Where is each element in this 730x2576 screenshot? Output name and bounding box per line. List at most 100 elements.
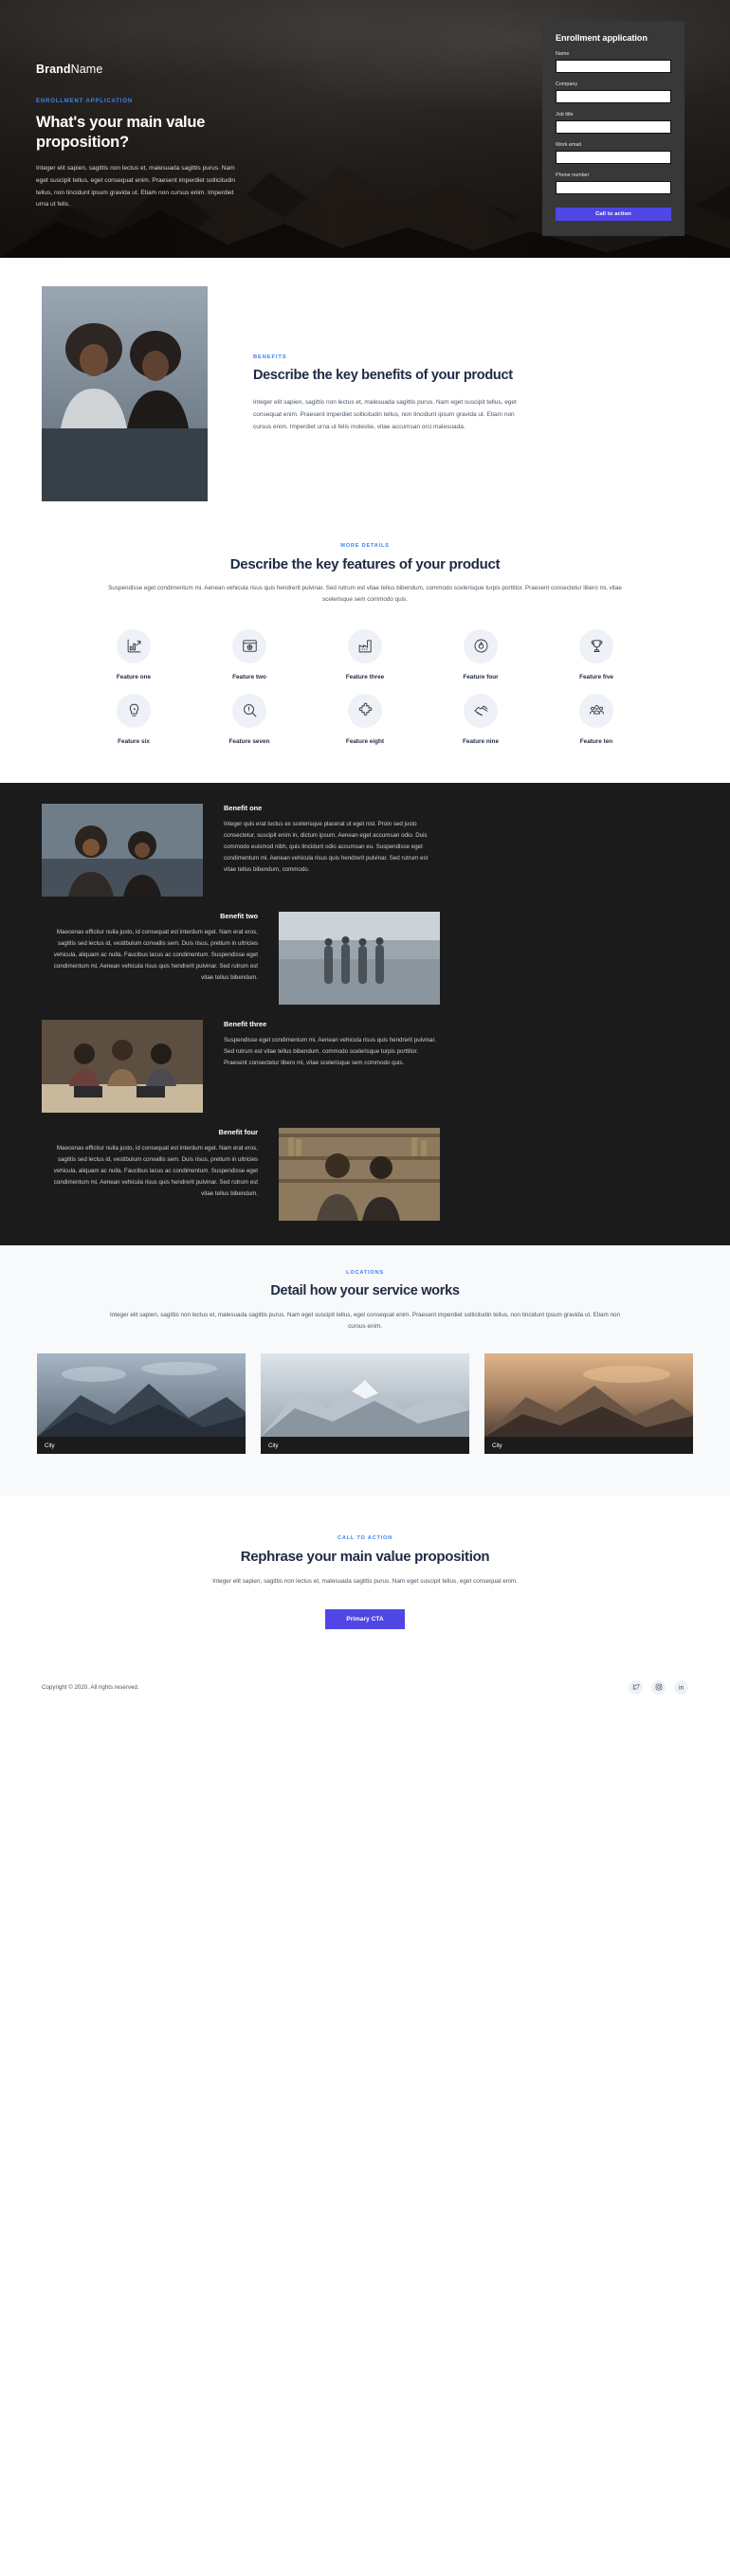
feature-label: Feature nine — [463, 737, 499, 745]
final-cta-eyebrow: CALL TO ACTION — [337, 1535, 393, 1542]
benefits-section: BENEFITS Describe the key benefits of yo… — [0, 258, 730, 534]
location-card[interactable]: City — [261, 1353, 469, 1455]
feature-item[interactable]: Feature seven — [204, 693, 295, 745]
feature-item[interactable]: Feature six — [88, 693, 179, 745]
form-title: Enrollment application — [556, 33, 648, 43]
form-submit-button[interactable]: Call to action — [556, 208, 671, 221]
feature-item[interactable]: Feature two — [204, 628, 295, 680]
feature-label: Feature six — [118, 737, 150, 745]
dark-benefits-section: Benefit one Integer quis erat luctus ex … — [0, 782, 730, 1245]
brand-light: Name — [70, 63, 103, 76]
form-field-name: Name — [556, 51, 671, 73]
feature-item[interactable]: Feature five — [551, 628, 642, 680]
form-field-job-title: Job title — [556, 112, 671, 134]
benefit-image-three — [42, 1019, 203, 1113]
form-field-company: Company — [556, 82, 671, 103]
benefit-body: Integer quis erat luctus ex scelerisque … — [224, 820, 429, 873]
benefit-title: Benefit four — [218, 1127, 258, 1136]
growth-chart-icon — [117, 628, 151, 663]
hero-paragraph: Integer elit sapien, sagittis non lectus… — [36, 165, 236, 209]
instagram-icon[interactable] — [651, 1679, 666, 1695]
feature-item[interactable]: Feature three — [319, 628, 411, 680]
input-company[interactable] — [556, 90, 671, 103]
brand-logo[interactable]: BrandName — [36, 63, 102, 76]
final-cta-headline: Rephrase your main value proposition — [240, 1549, 490, 1566]
input-phone-number[interactable] — [556, 181, 671, 194]
feature-label: Feature five — [579, 673, 613, 680]
benefits-headline: Describe the key benefits of your produc… — [253, 368, 513, 383]
feature-label: Feature two — [232, 673, 266, 680]
page-footer: Copyright © 2020. All rights reserved. — [0, 1666, 730, 1714]
hero-copy: ENROLLMENT APPLICATION What's your main … — [36, 99, 240, 211]
search-alert-icon — [232, 693, 266, 728]
two-women-photo-icon — [42, 286, 208, 501]
students-laptops-photo-icon — [42, 1019, 203, 1113]
feature-item[interactable]: Feature four — [435, 628, 526, 680]
benefit-row-one: Benefit one Integer quis erat luctus ex … — [0, 803, 730, 897]
feature-label: Feature four — [463, 673, 499, 680]
location-card[interactable]: City — [37, 1353, 246, 1455]
benefit-body: Maecenas efficitur nulla justo, id conse… — [53, 928, 258, 981]
benefit-image-two — [279, 911, 440, 1005]
benefit-row-three: Benefit three Suspendisse eget condiment… — [0, 1019, 730, 1113]
label-job-title: Job title — [556, 112, 574, 118]
benefit-text-three: Benefit three Suspendisse eget condiment… — [224, 1020, 440, 1069]
label-work-email: Work email — [556, 142, 581, 148]
benefit-row-two: Benefit two Maecenas efficitur nulla jus… — [0, 911, 730, 1005]
features-row-one: Feature one Feature two Feature three Fe… — [0, 628, 730, 680]
mountain-snow-icon — [261, 1353, 469, 1438]
location-card[interactable]: City — [484, 1353, 693, 1455]
features-headline: Describe the key features of your produc… — [229, 556, 501, 572]
feature-label: Feature seven — [228, 737, 270, 745]
feature-item[interactable]: Feature nine — [435, 693, 526, 745]
benefit-text-one: Benefit one Integer quis erat luctus ex … — [224, 804, 440, 876]
benefit-title: Benefit three — [224, 1019, 267, 1028]
input-work-email[interactable] — [556, 151, 671, 164]
input-job-title[interactable] — [556, 120, 671, 134]
linkedin-icon[interactable] — [674, 1679, 688, 1695]
trophy-icon — [579, 628, 613, 663]
features-eyebrow: MORE DETAILS — [340, 543, 390, 549]
two-men-library-photo-icon — [279, 1127, 440, 1221]
locations-eyebrow: LOCATIONS — [346, 1269, 384, 1276]
benefit-title: Benefit two — [220, 911, 258, 920]
landing-page: BrandName ENROLLMENT APPLICATION What's … — [0, 0, 730, 1714]
benefit-row-four: Benefit four Maecenas efficitur nulla ju… — [0, 1127, 730, 1221]
brand-bold: Brand — [36, 63, 71, 76]
copyright-text: Copyright © 2020. All rights reserved. — [42, 1683, 139, 1691]
label-name: Name — [556, 51, 570, 57]
benefit-body: Maecenas efficitur nulla justo, id conse… — [53, 1144, 258, 1197]
group-people-icon — [579, 693, 613, 728]
location-caption: City — [268, 1442, 279, 1449]
puzzle-piece-icon — [348, 693, 382, 728]
flame-icon — [464, 628, 498, 663]
location-image-one — [37, 1353, 246, 1438]
final-cta-paragraph: Integer elit sapien, sagittis non lectus… — [212, 1578, 518, 1586]
input-name[interactable] — [556, 60, 671, 73]
social-links — [629, 1679, 688, 1695]
factory-icon — [348, 628, 382, 663]
benefit-text-two: Benefit two Maecenas efficitur nulla jus… — [42, 912, 258, 984]
mountain-sunset-icon — [484, 1353, 693, 1438]
benefits-eyebrow: BENEFITS — [253, 354, 287, 360]
location-caption-bar: City — [261, 1437, 469, 1455]
primary-cta-button[interactable]: Primary CTA — [325, 1608, 405, 1629]
feature-item[interactable]: Feature ten — [551, 693, 642, 745]
twitter-icon[interactable] — [629, 1679, 643, 1695]
mountain-dusk-icon — [37, 1353, 246, 1438]
browser-window-icon — [232, 628, 266, 663]
label-phone-number: Phone number — [556, 172, 590, 178]
feature-item[interactable]: Feature one — [88, 628, 179, 680]
location-image-three — [484, 1353, 693, 1438]
benefit-image-one — [42, 803, 203, 897]
locations-grid: City City City — [0, 1353, 730, 1455]
label-company: Company — [556, 82, 578, 87]
location-caption-bar: City — [37, 1437, 246, 1455]
feature-item[interactable]: Feature eight — [319, 693, 411, 745]
location-image-two — [261, 1353, 469, 1438]
lightbulb-bolt-icon — [117, 693, 151, 728]
hero-eyebrow: ENROLLMENT APPLICATION — [36, 99, 134, 104]
benefit-text-four: Benefit four Maecenas efficitur nulla ju… — [42, 1128, 258, 1200]
location-caption-bar: City — [484, 1437, 693, 1455]
locations-headline: Detail how your service works — [270, 1282, 460, 1298]
